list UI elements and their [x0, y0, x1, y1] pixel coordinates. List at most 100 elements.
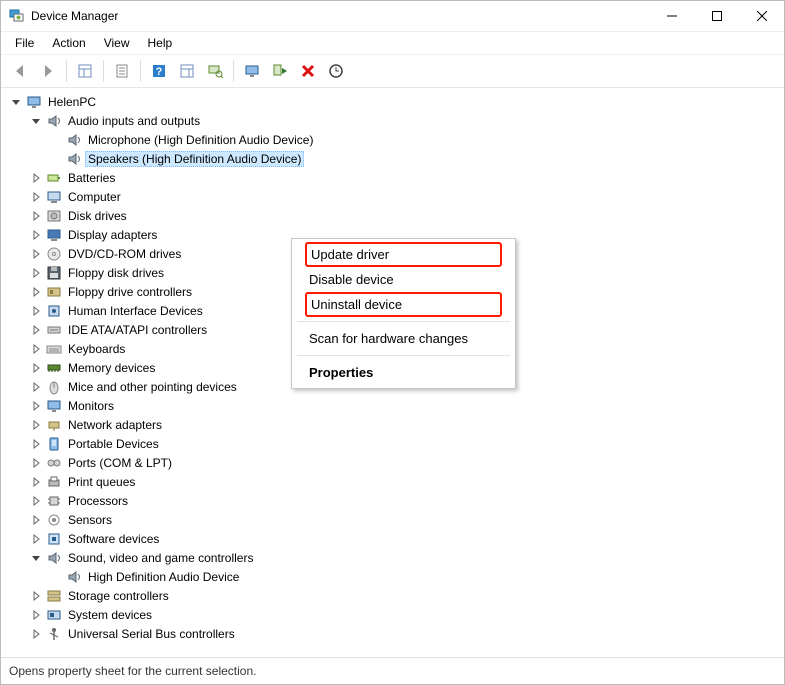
tree-item-label: Display adapters [65, 228, 160, 242]
port-icon [46, 455, 62, 471]
disclosure-icon[interactable] [29, 361, 43, 375]
tree-category-tail-2[interactable]: Universal Serial Bus controllers [1, 624, 784, 643]
menu-view[interactable]: View [96, 34, 138, 52]
menu-help[interactable]: Help [140, 34, 181, 52]
tree-item-label: DVD/CD-ROM drives [65, 247, 184, 261]
disclosure-icon[interactable] [29, 228, 43, 242]
tree-item-audio-1[interactable]: Speakers (High Definition Audio Device) [1, 149, 784, 168]
tree-item-label: Software devices [65, 532, 162, 546]
tree-category-14[interactable]: Portable Devices [1, 434, 784, 453]
tree-category-audio[interactable]: Audio inputs and outputs [1, 111, 784, 130]
memory-icon [46, 360, 62, 376]
disclosure-icon[interactable] [29, 209, 43, 223]
disclosure-icon[interactable] [29, 418, 43, 432]
tree-item-label: Microphone (High Definition Audio Device… [85, 133, 316, 147]
maximize-button[interactable] [694, 1, 739, 31]
storage-icon [46, 588, 62, 604]
disclosure-icon[interactable] [29, 171, 43, 185]
ctx-properties[interactable]: Properties [295, 360, 512, 385]
forward-button[interactable] [35, 58, 61, 84]
disclosure-icon[interactable] [29, 494, 43, 508]
tree-category-19[interactable]: Software devices [1, 529, 784, 548]
menu-file[interactable]: File [7, 34, 42, 52]
update-driver-button[interactable] [323, 58, 349, 84]
disclosure-icon[interactable] [29, 532, 43, 546]
tree-item-label: Ports (COM & LPT) [65, 456, 175, 470]
disclosure-icon[interactable] [29, 114, 43, 128]
tree-category-16[interactable]: Print queues [1, 472, 784, 491]
enable-device-button[interactable] [267, 58, 293, 84]
properties-button[interactable] [109, 58, 135, 84]
tree-category-13[interactable]: Network adapters [1, 415, 784, 434]
help-button[interactable]: ? [146, 58, 172, 84]
action-pane-button[interactable] [174, 58, 200, 84]
disclosure-icon[interactable] [29, 266, 43, 280]
status-bar: Opens property sheet for the current sel… [1, 658, 784, 684]
highlight-uninstall: Uninstall device [305, 292, 502, 317]
disclosure-icon[interactable] [29, 551, 43, 565]
menubar: File Action View Help [1, 32, 784, 55]
tree-category-tail-0[interactable]: Storage controllers [1, 586, 784, 605]
tree-category-18[interactable]: Sensors [1, 510, 784, 529]
toolbar-separator [140, 60, 141, 82]
speaker-icon [46, 550, 62, 566]
scan-hardware-button[interactable] [202, 58, 228, 84]
tree-category-2[interactable]: Disk drives [1, 206, 784, 225]
printer-icon [46, 474, 62, 490]
disclosure-icon[interactable] [29, 627, 43, 641]
ctx-uninstall-device[interactable]: Uninstall device [307, 294, 500, 315]
disclosure-icon[interactable] [29, 285, 43, 299]
device-tree[interactable]: HelenPCAudio inputs and outputs Microphon… [1, 88, 784, 658]
tree-item-label: Monitors [65, 399, 117, 413]
disclosure-icon[interactable] [29, 437, 43, 451]
show-hidden-button[interactable] [239, 58, 265, 84]
tree-category-12[interactable]: Monitors [1, 396, 784, 415]
ide-icon [46, 322, 62, 338]
disclosure-icon[interactable] [29, 456, 43, 470]
tree-category-0[interactable]: Batteries [1, 168, 784, 187]
tree-item-audio-0[interactable]: Microphone (High Definition Audio Device… [1, 130, 784, 149]
disclosure-icon[interactable] [29, 247, 43, 261]
disclosure-icon[interactable] [29, 513, 43, 527]
tree-category-15[interactable]: Ports (COM & LPT) [1, 453, 784, 472]
disclosure-icon[interactable] [29, 380, 43, 394]
disclosure-icon[interactable] [29, 589, 43, 603]
ctx-disable-device[interactable]: Disable device [295, 267, 512, 292]
back-button[interactable] [7, 58, 33, 84]
tree-item-sound-0[interactable]: High Definition Audio Device [1, 567, 784, 586]
tree-category-1[interactable]: Computer [1, 187, 784, 206]
menu-action[interactable]: Action [44, 34, 93, 52]
close-button[interactable] [739, 1, 784, 31]
disclosure-icon[interactable] [29, 190, 43, 204]
disclosure-icon[interactable] [29, 342, 43, 356]
ctx-scan-hardware[interactable]: Scan for hardware changes [295, 326, 512, 351]
cpu-icon [46, 493, 62, 509]
uninstall-button[interactable] [295, 58, 321, 84]
svg-text:?: ? [156, 66, 163, 78]
ctx-update-driver[interactable]: Update driver [307, 244, 500, 265]
tree-item-label: Storage controllers [65, 589, 172, 603]
highlight-update: Update driver [305, 242, 502, 267]
disclosure-icon[interactable] [9, 95, 23, 109]
battery-icon [46, 170, 62, 186]
minimize-button[interactable] [649, 1, 694, 31]
disclosure-icon[interactable] [29, 399, 43, 413]
device-manager-icon [9, 8, 25, 24]
tree-root[interactable]: HelenPC [1, 92, 784, 111]
tree-category-17[interactable]: Processors [1, 491, 784, 510]
monitor-icon [46, 398, 62, 414]
tree-item-label: Network adapters [65, 418, 165, 432]
ctx-separator [297, 355, 510, 356]
disclosure-icon[interactable] [29, 475, 43, 489]
tree-item-label: Sound, video and game controllers [65, 551, 256, 565]
tree-item-label: Universal Serial Bus controllers [65, 627, 238, 641]
speaker-icon [66, 569, 82, 585]
disclosure-icon[interactable] [29, 608, 43, 622]
disclosure-icon[interactable] [29, 323, 43, 337]
tree-category-tail-1[interactable]: System devices [1, 605, 784, 624]
tree-category-sound[interactable]: Sound, video and game controllers [1, 548, 784, 567]
disclosure-icon[interactable] [29, 304, 43, 318]
toolbar-separator [103, 60, 104, 82]
console-tree-button[interactable] [72, 58, 98, 84]
toolbar-separator [233, 60, 234, 82]
